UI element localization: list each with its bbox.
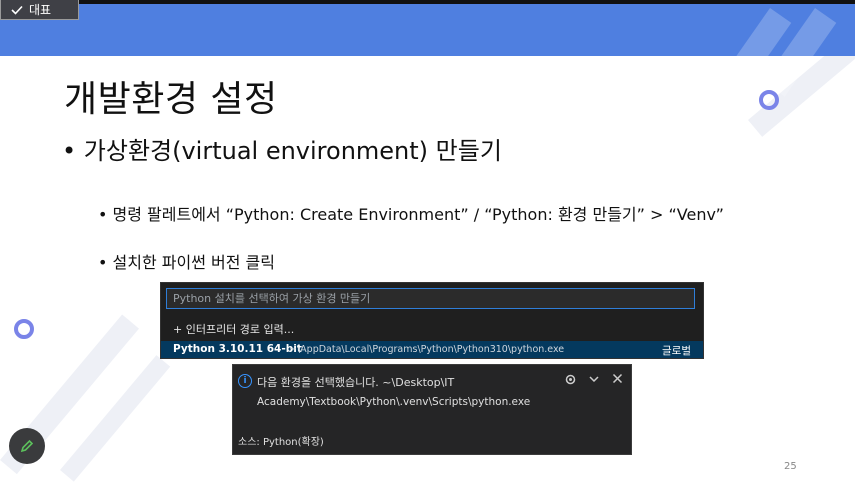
python-path-label: ~\AppData\Local\Programs\Python\Python31…	[289, 344, 565, 355]
gear-icon[interactable]	[563, 373, 577, 387]
environment-notification: i 다음 환경을 선택했습니다. ~\Desktop\IT Academy\Te…	[232, 364, 632, 455]
enter-interpreter-label: + 인터프리터 경로 입력...	[173, 323, 295, 336]
slide-title: 개발환경 설정	[64, 79, 278, 120]
python-version-label: Python 3.10.11 64-bit	[173, 343, 302, 355]
pencil-icon	[20, 439, 34, 453]
global-badge: 글로벌	[662, 345, 691, 357]
close-icon[interactable]	[610, 373, 624, 387]
notification-message-line2: Academy\Textbook\Python\.venv\Scripts\py…	[257, 396, 531, 408]
decor-ring-left	[14, 319, 34, 339]
bullet-main: • 가상환경(virtual environment) 만들기	[62, 137, 502, 165]
bullet-step1: • 명령 팔레트에서 “Python: Create Environment” …	[98, 205, 724, 224]
check-icon	[11, 5, 23, 15]
page-number: 25	[784, 461, 797, 472]
bullet-step2: • 설치한 파이썬 버전 클릭	[98, 253, 275, 272]
slide-banner	[0, 4, 855, 97]
representative-toggle-button[interactable]: 대표	[0, 0, 79, 20]
edit-button[interactable]	[9, 428, 45, 464]
notification-source: 소스: Python(확장)	[238, 437, 324, 448]
picker-input[interactable]: Python 설치를 선택하여 가상 환경 만들기	[166, 288, 695, 309]
info-icon: i	[238, 374, 252, 388]
interpreter-picker: Python 설치를 선택하여 가상 환경 만들기 + 인터프리터 경로 입력.…	[160, 282, 704, 359]
chevron-down-icon[interactable]	[587, 373, 601, 387]
decor-ring-right	[759, 90, 779, 110]
representative-label: 대표	[29, 3, 52, 17]
python-version-item-selected[interactable]: Python 3.10.11 64-bit ~\AppData\Local\Pr…	[161, 341, 703, 358]
enter-interpreter-item[interactable]: + 인터프리터 경로 입력...	[173, 321, 294, 337]
notification-message-line1: 다음 환경을 선택했습니다. ~\Desktop\IT	[257, 376, 455, 389]
